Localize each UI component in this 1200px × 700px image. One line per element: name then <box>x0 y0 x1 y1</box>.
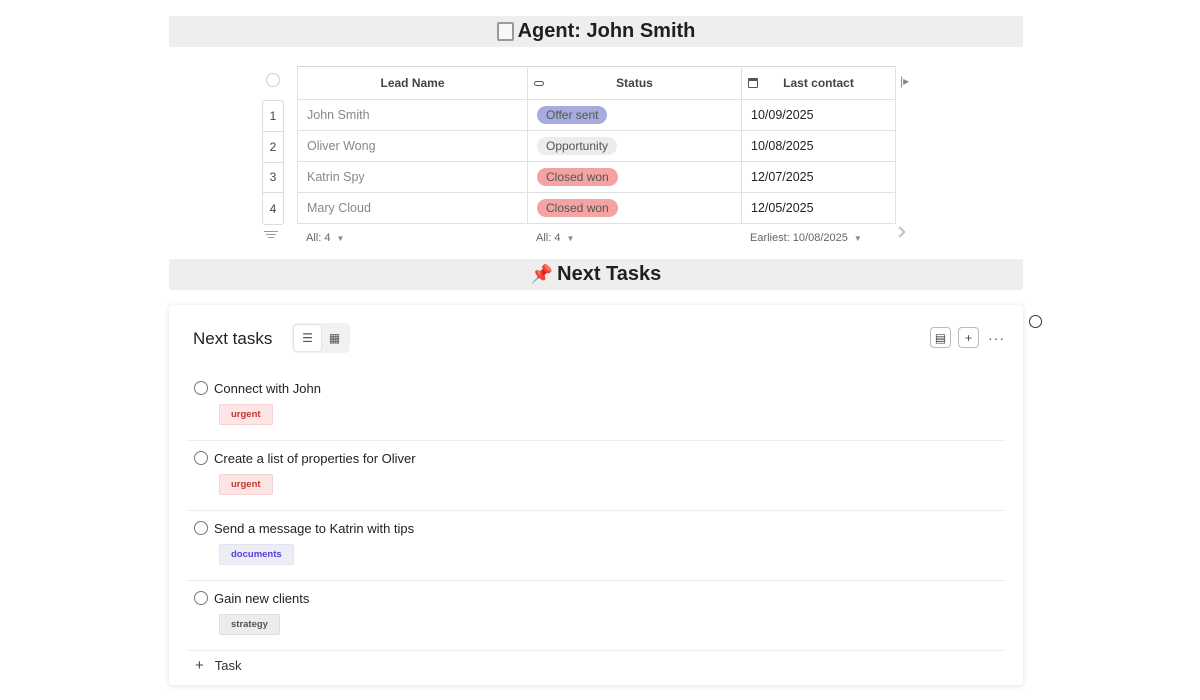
add-icon[interactable]: + <box>958 327 979 348</box>
task-item: Connect with John urgent <box>187 371 1005 441</box>
column-header-status[interactable]: Status <box>527 66 742 100</box>
status-cell[interactable]: Opportunity <box>527 130 742 162</box>
row-number[interactable]: 1 <box>263 101 283 132</box>
task-label[interactable]: Gain new clients <box>214 591 309 606</box>
footer-date-summary[interactable]: Earliest: 10/08/2025 ▼ <box>750 232 862 244</box>
task-tag[interactable]: urgent <box>219 404 273 425</box>
resize-handle-icon[interactable] <box>894 226 906 238</box>
status-cell[interactable]: Offer sent <box>527 99 742 131</box>
pushpin-icon: 📌 <box>530 264 554 284</box>
status-badge: Offer sent <box>537 106 608 124</box>
caret-down-icon: ▼ <box>853 233 862 243</box>
table-row: Oliver Wong Opportunity 10/08/2025 <box>297 130 896 162</box>
task-label[interactable]: Connect with John <box>214 381 321 396</box>
table-row: John Smith Offer sent 10/09/2025 <box>297 99 896 131</box>
select-type-icon <box>534 80 544 86</box>
column-header-label: Lead Name <box>380 76 445 90</box>
task-item: Send a message to Katrin with tips docum… <box>187 511 1005 581</box>
task-item: Gain new clients strategy <box>187 581 1005 651</box>
row-number[interactable]: 4 <box>263 193 283 224</box>
filter-icon[interactable] <box>264 229 278 240</box>
agent-banner: Agent: John Smith <box>169 16 1023 47</box>
last-contact-cell[interactable]: 12/05/2025 <box>741 192 896 224</box>
table-row: Katrin Spy Closed won 12/07/2025 <box>297 161 896 193</box>
task-label[interactable]: Send a message to Katrin with tips <box>214 521 414 536</box>
agent-banner-title: Agent: John Smith <box>517 20 696 42</box>
comment-icon[interactable] <box>1029 315 1042 328</box>
footer-name-summary[interactable]: All: 4 ▼ <box>306 232 344 244</box>
leads-table: Lead Name Status Last contact John Smith… <box>297 66 896 224</box>
row-number-column: 1 2 3 4 <box>262 100 284 225</box>
status-cell[interactable]: Closed won <box>527 192 742 224</box>
task-tag[interactable]: strategy <box>219 614 280 635</box>
add-task-label: Task <box>214 658 242 673</box>
task-checkbox[interactable] <box>194 521 208 535</box>
task-label[interactable]: Create a list of properties for Oliver <box>214 451 416 466</box>
calendar-view-icon[interactable]: ▦ <box>321 325 348 351</box>
plus-icon: + <box>195 657 204 674</box>
leads-table-block: 1 2 3 4 Lead Name Status Last contact Jo… <box>261 64 921 254</box>
lead-name-cell[interactable]: John Smith <box>297 99 528 131</box>
lead-name-cell[interactable]: Mary Cloud <box>297 192 528 224</box>
list-view-icon[interactable]: ☰ <box>294 325 321 351</box>
tasks-banner: 📌 Next Tasks <box>169 259 1023 290</box>
column-header-label: Last contact <box>783 76 854 90</box>
tasks-banner-title: Next Tasks <box>557 263 662 285</box>
next-tasks-card: Next tasks ☰ ▦ ▤ + ··· Connect with John… <box>169 305 1023 685</box>
row-number[interactable]: 2 <box>263 132 283 163</box>
task-checkbox[interactable] <box>194 451 208 465</box>
footer-summary-label: All: 4 <box>536 232 561 244</box>
status-badge: Opportunity <box>537 137 618 155</box>
task-item: Create a list of properties for Oliver u… <box>187 441 1005 511</box>
task-checkbox[interactable] <box>194 381 208 395</box>
select-all-checkbox[interactable] <box>266 73 280 87</box>
task-checkbox[interactable] <box>194 591 208 605</box>
add-column-handle-icon[interactable]: |▸ <box>900 74 909 88</box>
lead-name-cell[interactable]: Katrin Spy <box>297 161 528 193</box>
table-row: Mary Cloud Closed won 12/05/2025 <box>297 192 896 224</box>
status-badge: Closed won <box>537 199 618 217</box>
column-header-last-contact[interactable]: Last contact <box>741 66 896 100</box>
status-cell[interactable]: Closed won <box>527 161 742 193</box>
last-contact-cell[interactable]: 12/07/2025 <box>741 161 896 193</box>
footer-status-summary[interactable]: All: 4 ▼ <box>536 232 574 244</box>
task-tag[interactable]: documents <box>219 544 294 565</box>
last-contact-cell[interactable]: 10/09/2025 <box>741 99 896 131</box>
lead-name-cell[interactable]: Oliver Wong <box>297 130 528 162</box>
add-task-button[interactable]: + Task <box>195 657 242 674</box>
column-header-label: Status <box>616 76 653 90</box>
footer-summary-label: Earliest: 10/08/2025 <box>750 232 848 244</box>
status-badge: Closed won <box>537 168 618 186</box>
caret-down-icon: ▼ <box>336 233 345 243</box>
card-title: Next tasks <box>193 329 273 348</box>
calendar-icon <box>748 78 758 88</box>
board-view-icon[interactable]: ▤ <box>930 327 951 348</box>
task-tag[interactable]: urgent <box>219 474 273 495</box>
row-number[interactable]: 3 <box>263 163 283 194</box>
last-contact-cell[interactable]: 10/08/2025 <box>741 130 896 162</box>
view-toggle: ☰ ▦ <box>292 323 350 353</box>
more-options-icon[interactable]: ··· <box>988 330 1005 346</box>
document-icon <box>496 22 514 41</box>
column-header-lead-name[interactable]: Lead Name <box>297 66 528 100</box>
footer-summary-label: All: 4 <box>306 232 331 244</box>
card-actions: ▤ + ··· <box>923 327 1005 348</box>
caret-down-icon: ▼ <box>566 233 575 243</box>
